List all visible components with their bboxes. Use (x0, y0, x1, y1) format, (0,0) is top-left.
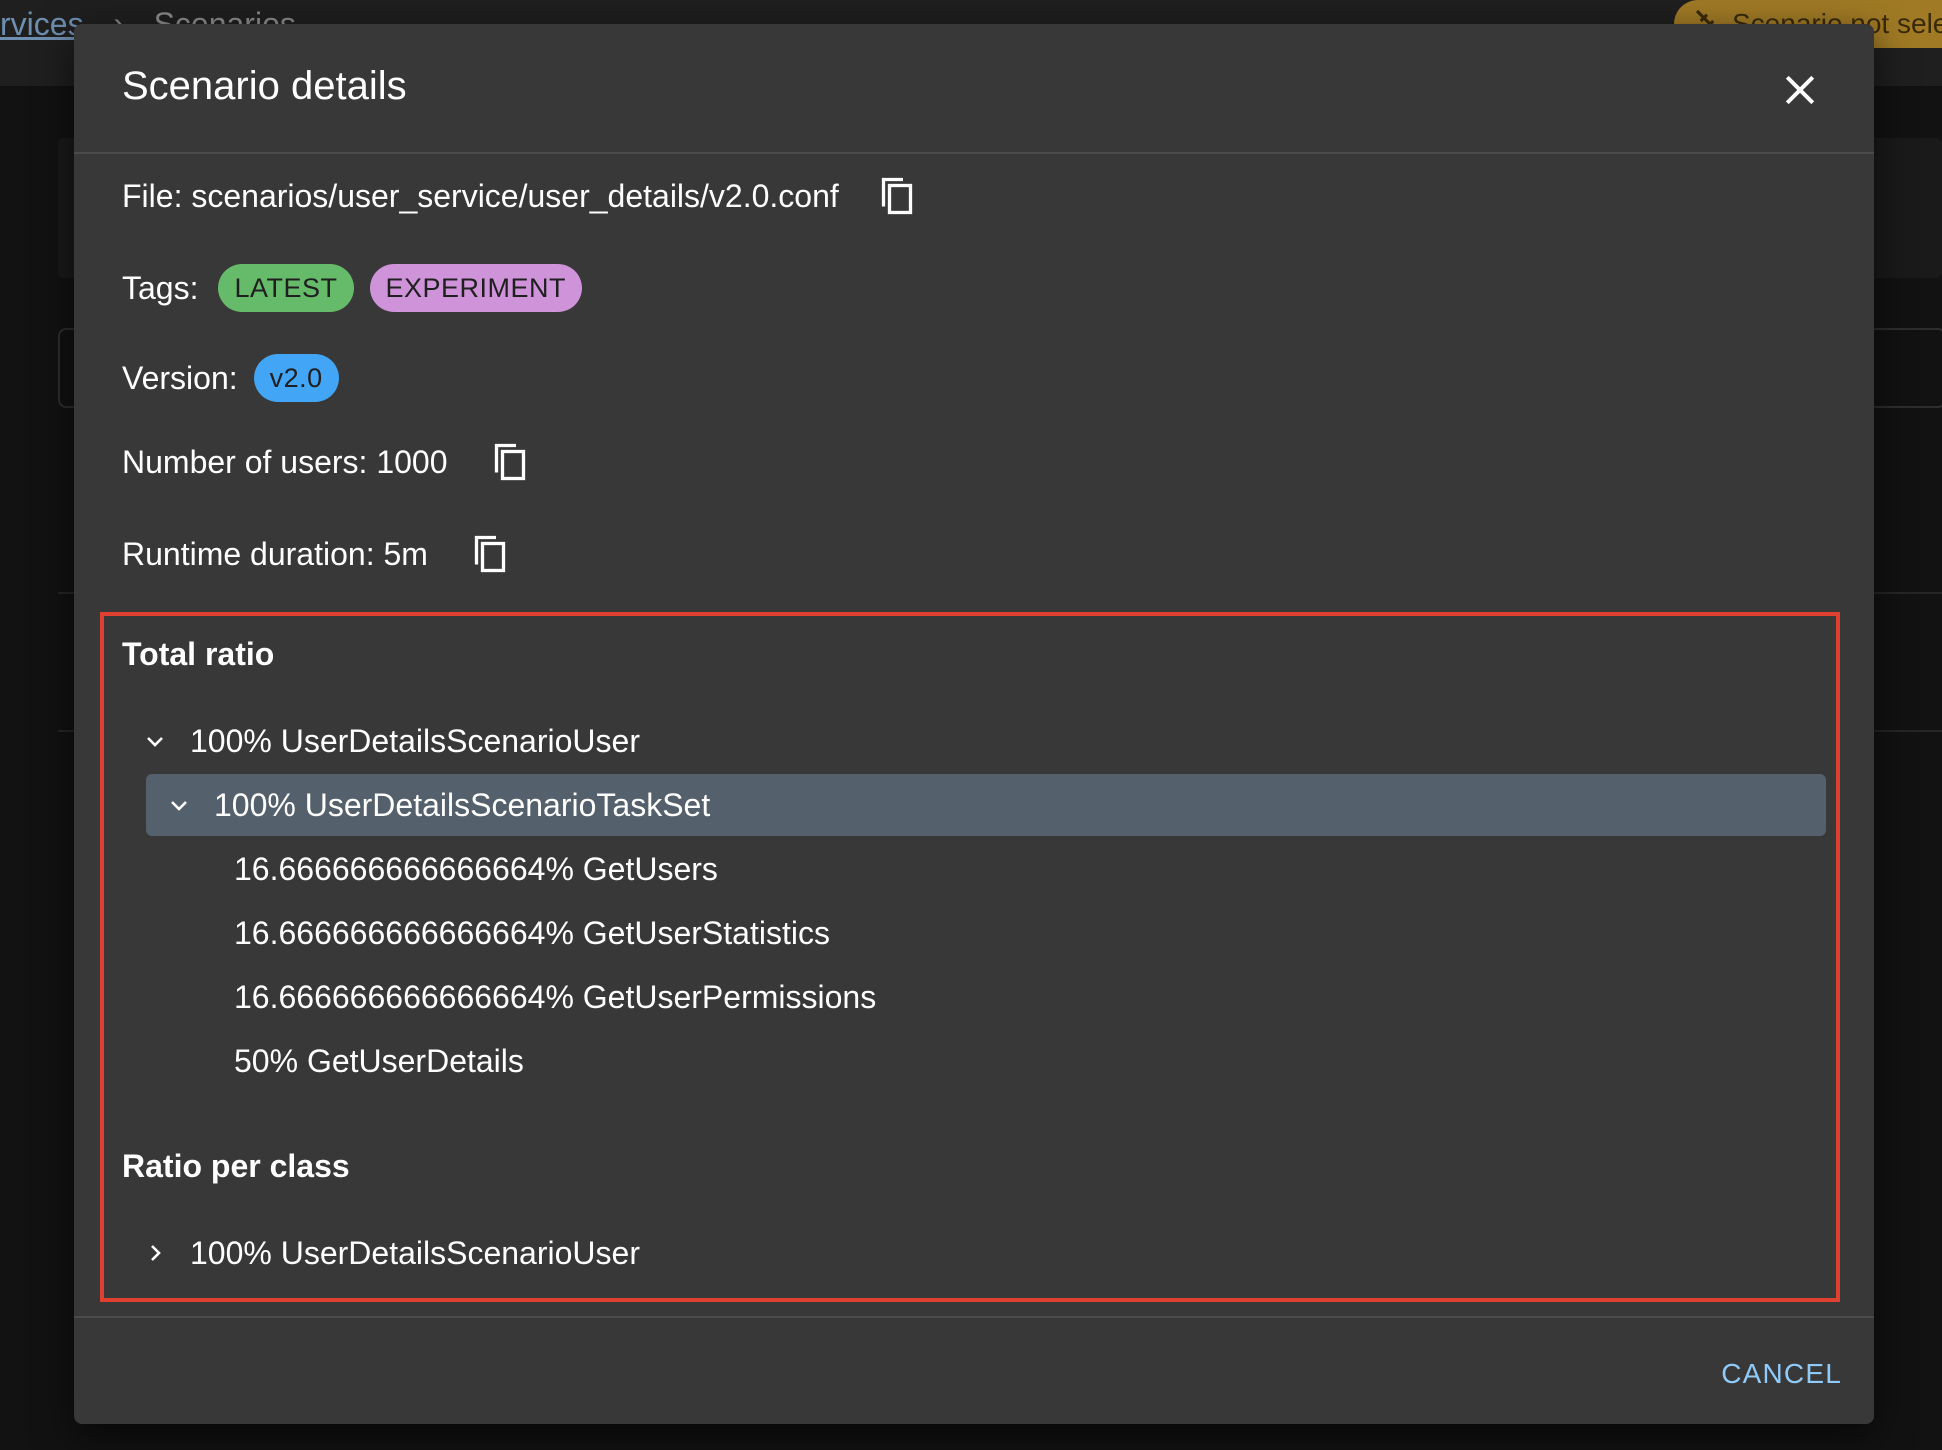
file-row: File: scenarios/user_service/user_detail… (122, 164, 919, 228)
tree-item-label: 16.666666666666664% GetUsers (234, 850, 718, 887)
tags-label: Tags: (122, 269, 199, 306)
copy-runtime-button[interactable] (468, 532, 512, 576)
tree-item-label: 100% UserDetailsScenarioUser (190, 722, 640, 759)
tree-item-label: 50% GetUserDetails (234, 1042, 524, 1079)
users-row: Number of users: 1000 (122, 430, 532, 494)
tree-item-user[interactable]: 100% UserDetailsScenarioUser (140, 710, 1820, 772)
scenario-details-dialog: Scenario details File: scenarios/user_se… (74, 24, 1874, 1424)
ratio-per-class-heading: Ratio per class (122, 1148, 350, 1184)
dialog-title: Scenario details (122, 64, 407, 108)
dialog-footer-divider (74, 1316, 1874, 1318)
tag-chip-experiment: EXPERIMENT (369, 264, 583, 312)
tree-item-label: 16.666666666666664% GetUserStatistics (234, 914, 830, 951)
version-row: Version: v2.0 (122, 350, 339, 406)
chevron-right-icon[interactable] (140, 1238, 170, 1268)
chevron-down-icon[interactable] (164, 790, 194, 820)
close-icon (1785, 75, 1815, 105)
users-count-text: Number of users: 1000 (122, 443, 448, 480)
copy-icon (494, 443, 525, 481)
copy-icon (881, 177, 912, 215)
copy-file-button[interactable] (875, 174, 919, 218)
tree-item-label: 100% UserDetailsScenarioTaskSet (214, 786, 711, 823)
close-button[interactable] (1778, 68, 1822, 112)
tree-item-task[interactable]: 16.666666666666664% GetUserStatistics (234, 902, 830, 964)
tree-item-label: 16.666666666666664% GetUserPermissions (234, 978, 877, 1015)
cancel-button[interactable]: CANCEL (1721, 1350, 1842, 1398)
runtime-duration-text: Runtime duration: 5m (122, 535, 428, 572)
runtime-row: Runtime duration: 5m (122, 522, 512, 586)
tree-item-task[interactable]: 16.666666666666664% GetUserPermissions (234, 966, 876, 1028)
tree-item-task[interactable]: 16.666666666666664% GetUsers (234, 838, 718, 900)
tags-row: Tags: LATEST EXPERIMENT (122, 260, 583, 316)
tree-item-label: 100% UserDetailsScenarioUser (190, 1234, 640, 1271)
tree-item-taskset[interactable]: 100% UserDetailsScenarioTaskSet (146, 774, 1826, 836)
tree-item-task[interactable]: 50% GetUserDetails (234, 1030, 524, 1092)
breadcrumb-services-link[interactable]: rvices (0, 6, 84, 43)
chevron-down-icon[interactable] (140, 726, 170, 756)
version-chip: v2.0 (253, 354, 339, 402)
tree-item-class-user[interactable]: 100% UserDetailsScenarioUser (140, 1222, 1820, 1284)
dialog-header: Scenario details (74, 24, 1874, 154)
total-ratio-heading: Total ratio (122, 636, 275, 672)
version-label: Version: (122, 359, 238, 396)
copy-icon (474, 535, 506, 573)
copy-users-button[interactable] (488, 440, 532, 484)
file-path-text: File: scenarios/user_service/user_detail… (122, 177, 839, 214)
tag-chip-latest: LATEST (218, 264, 354, 312)
